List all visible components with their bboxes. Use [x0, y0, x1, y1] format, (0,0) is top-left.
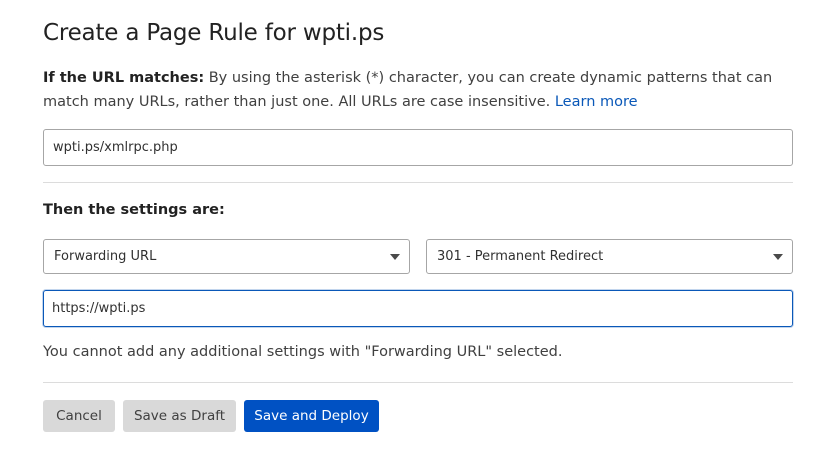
actions-divider	[43, 382, 793, 383]
settings-heading: Then the settings are:	[43, 202, 225, 218]
chevron-down-icon	[390, 254, 400, 260]
destination-url-value: https://wpti.ps	[52, 301, 146, 316]
setting-select-value: Forwarding URL	[54, 249, 157, 264]
url-pattern-input[interactable]: wpti.ps/xmlrpc.php	[43, 129, 793, 166]
page-title: Create a Page Rule for wpti.ps	[43, 20, 385, 46]
status-code-select[interactable]: 301 - Permanent Redirect	[426, 239, 793, 274]
status-code-select-value: 301 - Permanent Redirect	[437, 249, 604, 264]
destination-url-input[interactable]: https://wpti.ps	[43, 290, 793, 327]
save-draft-button[interactable]: Save as Draft	[123, 400, 236, 432]
url-match-description: If the URL matches: By using the asteris…	[43, 66, 793, 114]
url-pattern-value: wpti.ps/xmlrpc.php	[53, 140, 178, 155]
learn-more-link[interactable]: Learn more	[555, 94, 638, 110]
save-deploy-button[interactable]: Save and Deploy	[244, 400, 379, 432]
section-divider	[43, 182, 793, 183]
cancel-button[interactable]: Cancel	[43, 400, 115, 432]
url-match-label: If the URL matches:	[43, 70, 205, 86]
chevron-down-icon	[773, 254, 783, 260]
forwarding-note: You cannot add any additional settings w…	[43, 344, 563, 360]
setting-select[interactable]: Forwarding URL	[43, 239, 410, 274]
